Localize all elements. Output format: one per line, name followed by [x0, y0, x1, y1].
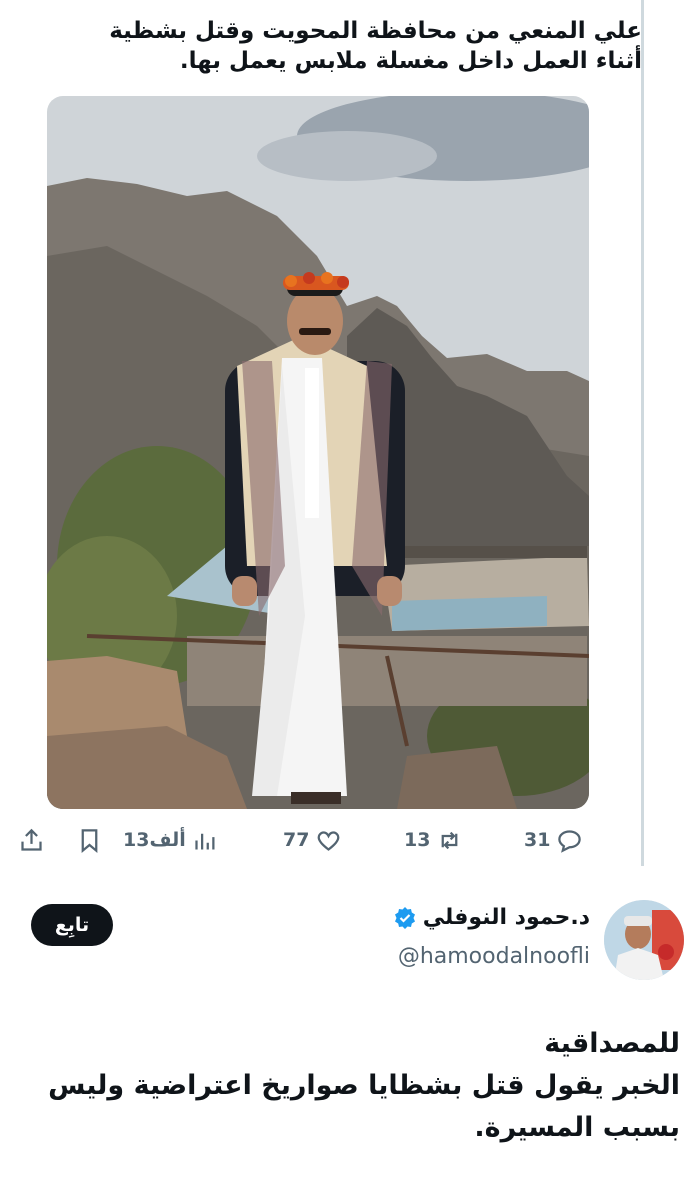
- bookmark-icon: [81, 828, 98, 853]
- retweet-icon: [442, 831, 458, 849]
- follow-button[interactable]: تابِع: [31, 904, 113, 946]
- tweet-actions: 13ألف 77 13 31: [0, 818, 700, 862]
- retweet-button[interactable]: 13: [404, 818, 463, 862]
- like-icon: [318, 830, 340, 851]
- share-icon: [21, 828, 42, 851]
- reply-count: 31: [524, 829, 551, 851]
- tweet-photo[interactable]: [47, 96, 589, 809]
- user-handle[interactable]: @hamoodalnoofli: [398, 944, 590, 969]
- reply-text-line: للمصداقية: [544, 1028, 680, 1059]
- display-name: د.حمود النوفلي: [422, 905, 590, 930]
- reply-icon: [558, 829, 582, 853]
- verified-badge-icon: [394, 906, 415, 929]
- reply-author[interactable]: د.حمود النوفلي: [393, 905, 590, 930]
- like-count: 77: [283, 829, 310, 851]
- reply-text-line: بسبب المسيرة.: [474, 1112, 680, 1143]
- retweet-count: 13: [404, 829, 431, 851]
- tweet-text-line: أثناء العمل داخل مغسلة ملابس يعمل بها.: [179, 48, 642, 74]
- tweet-text-cut-line: [42, 0, 642, 16]
- views-button[interactable]: 13ألف: [123, 818, 219, 862]
- tweet-text: علي المنعي من محافظة المحويت وقتل بشظية …: [42, 0, 642, 76]
- views-icon: [195, 833, 215, 849]
- like-button[interactable]: 77: [283, 818, 342, 862]
- reply-text: للمصداقية الخبر يقول قتل بشظايا صواريخ ا…: [20, 1023, 680, 1149]
- share-button[interactable]: [18, 818, 45, 862]
- avatar[interactable]: [604, 900, 684, 980]
- tweet-text-line: علي المنعي من محافظة المحويت وقتل بشظية: [109, 18, 642, 44]
- reply-button[interactable]: 31: [524, 818, 583, 862]
- thread-line: [641, 0, 644, 866]
- bookmark-button[interactable]: [76, 818, 103, 862]
- views-count: 13ألف: [123, 829, 186, 851]
- reply-text-line: الخبر يقول قتل بشظايا صواريخ اعتراضية ول…: [48, 1070, 680, 1101]
